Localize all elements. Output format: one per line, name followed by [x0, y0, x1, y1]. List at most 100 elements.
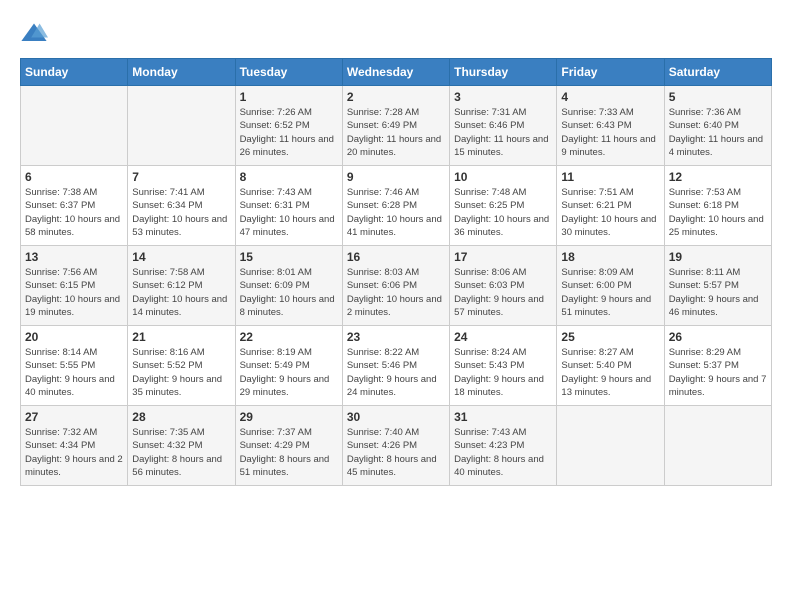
calendar-cell: 10Sunrise: 7:48 AM Sunset: 6:25 PM Dayli… — [450, 166, 557, 246]
day-number: 1 — [240, 90, 338, 104]
calendar-cell: 20 Sunrise: 8:14 AM Sunset: 5:55 PM Dayli… — [21, 326, 128, 406]
week-row-4: 20 Sunrise: 8:14 AM Sunset: 5:55 PM Dayli… — [21, 326, 772, 406]
day-info: Sunrise: 8:22 AM Sunset: 5:46 PM Dayligh… — [347, 346, 445, 399]
day-number: 11 — [561, 170, 659, 184]
day-info: Sunrise: 8:09 AM Sunset: 6:00 PM Dayligh… — [561, 266, 659, 319]
day-number: 31 — [454, 410, 552, 424]
day-number: 30 — [347, 410, 445, 424]
day-info: Sunrise: 7:51 AM Sunset: 6:21 PM Dayligh… — [561, 186, 659, 239]
calendar-cell: 24 Sunrise: 8:24 AM Sunset: 5:43 PM Dayli… — [450, 326, 557, 406]
day-number: 3 — [454, 90, 552, 104]
day-number: 16 — [347, 250, 445, 264]
day-number: 6 — [25, 170, 123, 184]
day-info: Sunrise: 8:03 AM Sunset: 6:06 PM Dayligh… — [347, 266, 445, 319]
day-info: Sunrise: 7:41 AM Sunset: 6:34 PM Dayligh… — [132, 186, 230, 239]
logo-icon — [20, 20, 48, 48]
calendar-cell: 16 Sunrise: 8:03 AM Sunset: 6:06 PM Dayli… — [342, 246, 449, 326]
calendar-cell: 12 Sunrise: 7:53 AM Sunset: 6:18 PM Dayli… — [664, 166, 771, 246]
day-info: Sunrise: 7:40 AM Sunset: 4:26 PM Dayligh… — [347, 426, 445, 479]
day-info: Sunrise: 7:26 AM Sunset: 6:52 PM Dayligh… — [240, 106, 338, 159]
day-info: Sunrise: 7:53 AM Sunset: 6:18 PM Dayligh… — [669, 186, 767, 239]
day-number: 27 — [25, 410, 123, 424]
day-number: 20 — [25, 330, 123, 344]
day-number: 8 — [240, 170, 338, 184]
day-info: Sunrise: 8:11 AM Sunset: 5:57 PM Dayligh… — [669, 266, 767, 319]
calendar-cell: 8 Sunrise: 7:43 AM Sunset: 6:31 PM Daylig… — [235, 166, 342, 246]
day-number: 17 — [454, 250, 552, 264]
calendar-cell: 18 Sunrise: 8:09 AM Sunset: 6:00 PM Dayli… — [557, 246, 664, 326]
day-number: 28 — [132, 410, 230, 424]
day-header-tuesday: Tuesday — [235, 59, 342, 86]
calendar-cell: 22 Sunrise: 8:19 AM Sunset: 5:49 PM Dayli… — [235, 326, 342, 406]
day-info: Sunrise: 7:58 AM Sunset: 6:12 PM Dayligh… — [132, 266, 230, 319]
day-number: 21 — [132, 330, 230, 344]
calendar-cell: 17 Sunrise: 8:06 AM Sunset: 6:03 PM Dayli… — [450, 246, 557, 326]
calendar-cell: 29Sunrise: 7:37 AM Sunset: 4:29 PM Dayli… — [235, 406, 342, 486]
day-info: Sunrise: 7:43 AM Sunset: 6:31 PM Dayligh… — [240, 186, 338, 239]
day-number: 22 — [240, 330, 338, 344]
day-header-monday: Monday — [128, 59, 235, 86]
day-info: Sunrise: 7:35 AM Sunset: 4:32 PM Dayligh… — [132, 426, 230, 479]
calendar-cell: 4Sunrise: 7:33 AM Sunset: 6:43 PM Daylig… — [557, 86, 664, 166]
calendar-cell — [664, 406, 771, 486]
calendar-cell: 9Sunrise: 7:46 AM Sunset: 6:28 PM Daylig… — [342, 166, 449, 246]
calendar-cell: 30 Sunrise: 7:40 AM Sunset: 4:26 PM Dayli… — [342, 406, 449, 486]
day-info: Sunrise: 7:28 AM Sunset: 6:49 PM Dayligh… — [347, 106, 445, 159]
week-row-1: 1 Sunrise: 7:26 AM Sunset: 6:52 PM Daylig… — [21, 86, 772, 166]
day-info: Sunrise: 8:06 AM Sunset: 6:03 PM Dayligh… — [454, 266, 552, 319]
calendar-cell: 27 Sunrise: 7:32 AM Sunset: 4:34 PM Dayli… — [21, 406, 128, 486]
week-row-5: 27 Sunrise: 7:32 AM Sunset: 4:34 PM Dayli… — [21, 406, 772, 486]
day-info: Sunrise: 7:36 AM Sunset: 6:40 PM Dayligh… — [669, 106, 767, 159]
calendar-cell: 1 Sunrise: 7:26 AM Sunset: 6:52 PM Daylig… — [235, 86, 342, 166]
day-info: Sunrise: 7:38 AM Sunset: 6:37 PM Dayligh… — [25, 186, 123, 239]
day-number: 4 — [561, 90, 659, 104]
day-number: 9 — [347, 170, 445, 184]
week-row-3: 13 Sunrise: 7:56 AM Sunset: 6:15 PM Dayli… — [21, 246, 772, 326]
calendar-cell: 13 Sunrise: 7:56 AM Sunset: 6:15 PM Dayli… — [21, 246, 128, 326]
day-header-friday: Friday — [557, 59, 664, 86]
day-number: 25 — [561, 330, 659, 344]
logo — [20, 20, 52, 48]
day-info: Sunrise: 8:14 AM Sunset: 5:55 PM Dayligh… — [25, 346, 123, 399]
calendar-cell — [557, 406, 664, 486]
day-info: Sunrise: 7:56 AM Sunset: 6:15 PM Dayligh… — [25, 266, 123, 319]
calendar-cell — [128, 86, 235, 166]
day-header-sunday: Sunday — [21, 59, 128, 86]
calendar-cell: 31 Sunrise: 7:43 AM Sunset: 4:23 PM Dayli… — [450, 406, 557, 486]
day-number: 2 — [347, 90, 445, 104]
calendar-cell: 14 Sunrise: 7:58 AM Sunset: 6:12 PM Dayli… — [128, 246, 235, 326]
calendar-cell: 25 Sunrise: 8:27 AM Sunset: 5:40 PM Dayli… — [557, 326, 664, 406]
calendar-cell: 6 Sunrise: 7:38 AM Sunset: 6:37 PM Daylig… — [21, 166, 128, 246]
day-info: Sunrise: 7:31 AM Sunset: 6:46 PM Dayligh… — [454, 106, 552, 159]
calendar-cell: 21Sunrise: 8:16 AM Sunset: 5:52 PM Dayli… — [128, 326, 235, 406]
day-info: Sunrise: 8:24 AM Sunset: 5:43 PM Dayligh… — [454, 346, 552, 399]
calendar-header-row: SundayMondayTuesdayWednesdayThursdayFrid… — [21, 59, 772, 86]
calendar-cell: 23Sunrise: 8:22 AM Sunset: 5:46 PM Dayli… — [342, 326, 449, 406]
day-number: 5 — [669, 90, 767, 104]
calendar-cell: 11 Sunrise: 7:51 AM Sunset: 6:21 PM Dayli… — [557, 166, 664, 246]
day-number: 24 — [454, 330, 552, 344]
week-row-2: 6 Sunrise: 7:38 AM Sunset: 6:37 PM Daylig… — [21, 166, 772, 246]
calendar-cell: 19Sunrise: 8:11 AM Sunset: 5:57 PM Dayli… — [664, 246, 771, 326]
day-number: 12 — [669, 170, 767, 184]
header — [20, 20, 772, 48]
day-info: Sunrise: 7:48 AM Sunset: 6:25 PM Dayligh… — [454, 186, 552, 239]
day-info: Sunrise: 7:32 AM Sunset: 4:34 PM Dayligh… — [25, 426, 123, 479]
calendar-cell — [21, 86, 128, 166]
day-info: Sunrise: 8:19 AM Sunset: 5:49 PM Dayligh… — [240, 346, 338, 399]
calendar-cell: 2 Sunrise: 7:28 AM Sunset: 6:49 PM Daylig… — [342, 86, 449, 166]
calendar-cell: 3 Sunrise: 7:31 AM Sunset: 6:46 PM Daylig… — [450, 86, 557, 166]
day-number: 13 — [25, 250, 123, 264]
day-number: 18 — [561, 250, 659, 264]
day-info: Sunrise: 8:01 AM Sunset: 6:09 PM Dayligh… — [240, 266, 338, 319]
calendar-cell: 15Sunrise: 8:01 AM Sunset: 6:09 PM Dayli… — [235, 246, 342, 326]
day-info: Sunrise: 8:27 AM Sunset: 5:40 PM Dayligh… — [561, 346, 659, 399]
day-header-saturday: Saturday — [664, 59, 771, 86]
day-number: 7 — [132, 170, 230, 184]
day-info: Sunrise: 7:43 AM Sunset: 4:23 PM Dayligh… — [454, 426, 552, 479]
day-header-thursday: Thursday — [450, 59, 557, 86]
day-number: 14 — [132, 250, 230, 264]
calendar-cell: 26Sunrise: 8:29 AM Sunset: 5:37 PM Dayli… — [664, 326, 771, 406]
day-info: Sunrise: 7:37 AM Sunset: 4:29 PM Dayligh… — [240, 426, 338, 479]
day-number: 26 — [669, 330, 767, 344]
